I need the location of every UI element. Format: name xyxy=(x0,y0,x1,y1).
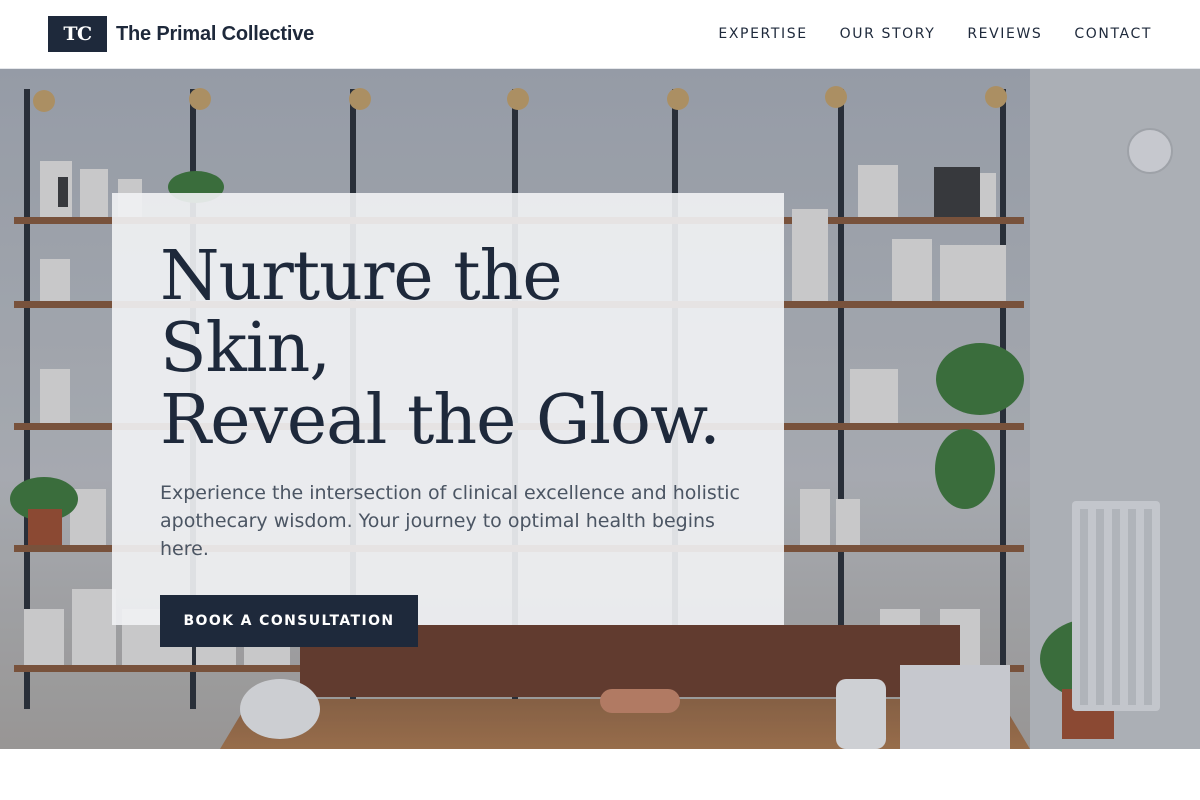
main-nav: EXPERTISE OUR STORY REVIEWS CONTACT xyxy=(718,26,1152,42)
hero-title-line-2: Reveal the Glow. xyxy=(160,381,721,460)
nav-item-expertise[interactable]: EXPERTISE xyxy=(718,26,807,42)
logo-icon: TC xyxy=(48,16,107,52)
nav-item-contact[interactable]: CONTACT xyxy=(1074,26,1152,42)
site-header: TC The Primal Collective EXPERTISE OUR S… xyxy=(0,0,1200,69)
nav-item-our-story[interactable]: OUR STORY xyxy=(840,26,936,42)
hero-card: Nurture the Skin, Reveal the Glow. Exper… xyxy=(112,193,784,647)
hero-title: Nurture the Skin, Reveal the Glow. xyxy=(160,241,736,457)
hero-section: Nurture the Skin, Reveal the Glow. Exper… xyxy=(0,69,1200,749)
brand-name: The Primal Collective xyxy=(116,22,315,45)
below-hero-section xyxy=(0,749,1200,800)
nav-item-reviews[interactable]: REVIEWS xyxy=(967,26,1042,42)
hero-title-line-1: Nurture the Skin, xyxy=(160,237,563,388)
brand-link[interactable]: TC The Primal Collective xyxy=(48,16,314,52)
book-consultation-button[interactable]: BOOK A CONSULTATION xyxy=(160,595,418,647)
hero-subtitle: Experience the intersection of clinical … xyxy=(160,482,740,560)
